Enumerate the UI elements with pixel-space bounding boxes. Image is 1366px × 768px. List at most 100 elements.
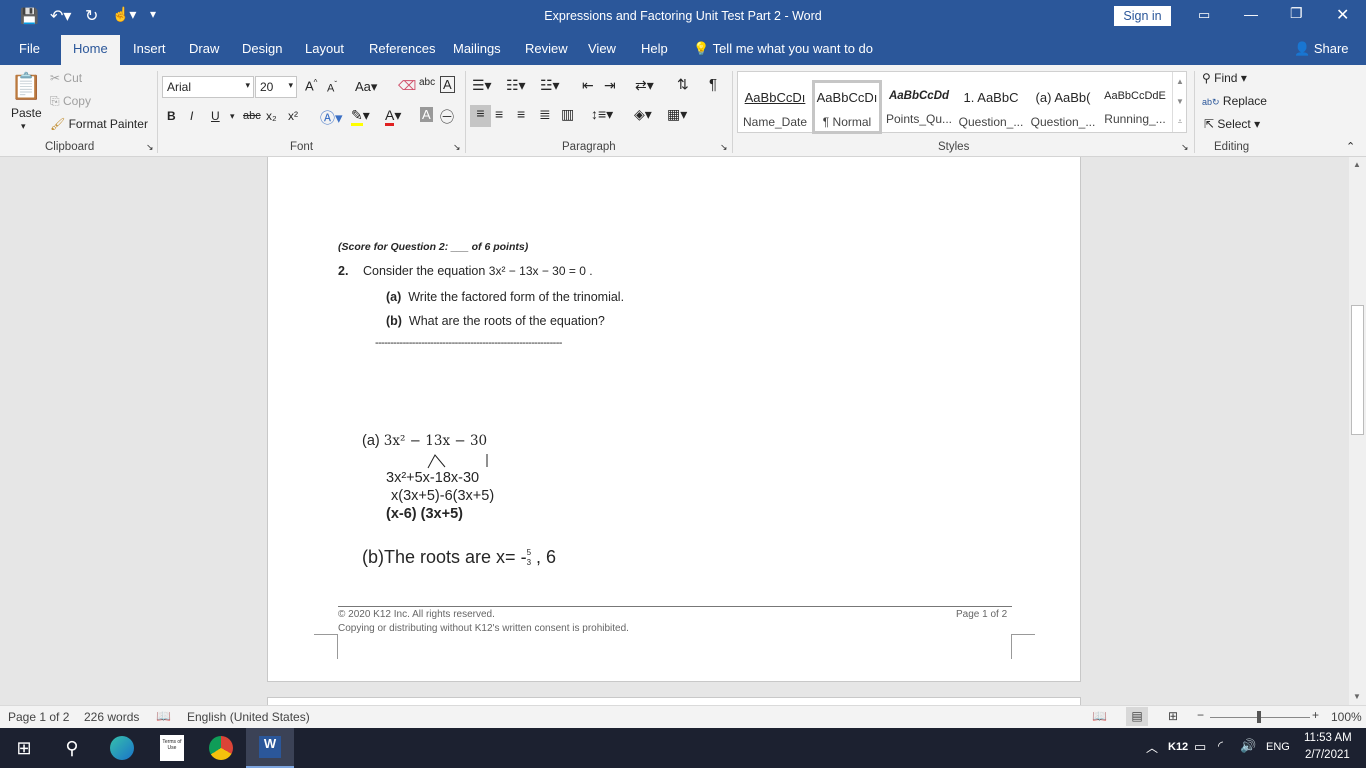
strikethrough-button[interactable]: abc xyxy=(243,110,261,122)
input-language[interactable]: ENG xyxy=(1266,741,1290,753)
show-hidden-icons[interactable]: ︿ xyxy=(1146,739,1158,756)
touch-mode-icon[interactable]: ☝▾ xyxy=(112,6,136,23)
borders-icon[interactable]: ▦▾ xyxy=(667,106,687,123)
tab-insert[interactable]: Insert xyxy=(133,41,166,56)
word-taskbar-icon[interactable]: W xyxy=(246,728,294,768)
paragraph-launcher-icon[interactable]: ↘ xyxy=(720,142,728,153)
keyboard-indicator[interactable]: K12 xyxy=(1168,741,1188,753)
show-formatting-marks-icon[interactable]: ¶ xyxy=(709,76,717,93)
bold-button[interactable]: B xyxy=(167,109,176,123)
sign-in-button[interactable]: Sign in xyxy=(1114,6,1171,26)
undo-icon[interactable]: ↶▾ xyxy=(50,6,71,26)
sort-icon[interactable]: ⇅ xyxy=(677,76,689,93)
terms-of-use-icon[interactable]: Terms of Use xyxy=(148,728,196,768)
scroll-thumb[interactable] xyxy=(1351,305,1364,435)
document-page[interactable]: (Score for Question 2: ___ of 6 points) … xyxy=(267,157,1081,682)
paste-icon[interactable]: 📋 xyxy=(10,71,42,102)
enclose-characters-icon[interactable]: ㊀ xyxy=(440,107,454,127)
share-button[interactable]: 👤 Share xyxy=(1294,41,1349,57)
tab-references[interactable]: References xyxy=(369,41,435,56)
zoom-slider-thumb[interactable] xyxy=(1257,711,1261,723)
style-question-number[interactable]: 1. AaBbC Question_... xyxy=(956,80,1026,134)
character-shading-icon[interactable]: A xyxy=(420,107,433,122)
tab-design[interactable]: Design xyxy=(242,41,282,56)
bullets-icon[interactable]: ☰▾ xyxy=(472,77,492,94)
clock-date[interactable]: 2/7/2021 xyxy=(1305,749,1350,761)
superscript-button[interactable]: x² xyxy=(288,109,298,123)
text-direction-icon[interactable]: ⇄▾ xyxy=(635,77,654,94)
style-question-letter[interactable]: (a) AaBb(Question_... xyxy=(1028,80,1098,134)
italic-button[interactable]: I xyxy=(190,109,193,123)
clipboard-launcher-icon[interactable]: ↘ xyxy=(146,142,154,153)
increase-indent-icon[interactable]: ⇥ xyxy=(604,77,616,94)
line-spacing-icon[interactable]: ↕≡▾ xyxy=(591,106,613,123)
word-count[interactable]: 226 words xyxy=(84,710,139,724)
change-case-icon[interactable]: Aa▾ xyxy=(355,79,377,95)
tab-mailings[interactable]: Mailings xyxy=(453,41,501,56)
tab-help[interactable]: Help xyxy=(641,41,668,56)
subscript-button[interactable]: x₂ xyxy=(266,109,277,123)
page-indicator[interactable]: Page 1 of 2 xyxy=(8,710,69,724)
style-points-question[interactable]: AaBbCcDd Points_Qu... xyxy=(884,80,954,134)
tab-draw[interactable]: Draw xyxy=(189,41,219,56)
shading-icon[interactable]: ◈▾ xyxy=(634,106,652,123)
tab-view[interactable]: View xyxy=(588,41,616,56)
character-border-icon[interactable]: A xyxy=(440,76,455,93)
justify-icon[interactable]: ≣ xyxy=(539,106,551,123)
multilevel-list-icon[interactable]: ☳▾ xyxy=(540,77,560,94)
align-left-icon[interactable]: ≡ xyxy=(470,105,491,127)
tab-layout[interactable]: Layout xyxy=(305,41,344,56)
shrink-font-icon[interactable]: Aˇ xyxy=(327,80,337,95)
customize-toolbar-icon[interactable]: ▾ xyxy=(150,7,156,21)
styles-launcher-icon[interactable]: ↘ xyxy=(1181,142,1189,153)
search-icon[interactable]: ⚲ xyxy=(48,728,96,768)
styles-scroll[interactable]: ▲ ▼ ⩡ xyxy=(1172,72,1187,132)
grow-font-icon[interactable]: A^ xyxy=(305,78,317,93)
restore-button[interactable]: ❐ xyxy=(1290,5,1303,22)
edge-icon[interactable] xyxy=(98,728,146,768)
minimize-button[interactable]: — xyxy=(1244,6,1258,22)
style-normal[interactable]: AaBbCcDı ¶ Normal xyxy=(812,80,882,134)
read-mode-icon[interactable]: 📖 xyxy=(1092,709,1107,723)
redo-icon[interactable]: ↻ xyxy=(85,6,98,26)
font-size-select[interactable]: 20 ▾ xyxy=(255,76,297,98)
battery-icon[interactable]: ▭ xyxy=(1194,739,1206,755)
style-name-date[interactable]: AaBbCcDı Name_Date xyxy=(740,80,810,134)
tab-review[interactable]: Review xyxy=(525,41,568,56)
collapse-ribbon-icon[interactable]: ⌃ xyxy=(1346,140,1355,153)
zoom-level[interactable]: 100% xyxy=(1331,710,1362,724)
numbering-icon[interactable]: ☷▾ xyxy=(506,77,526,94)
underline-dropdown-icon[interactable]: ▾ xyxy=(230,111,235,122)
select-button[interactable]: ⇱ Select ▾ xyxy=(1204,117,1260,131)
font-name-select[interactable]: Arial ▾ xyxy=(162,76,254,98)
highlight-color-icon[interactable]: ✎▾ xyxy=(351,107,370,126)
align-center-icon[interactable]: ≡ xyxy=(495,106,503,122)
volume-icon[interactable]: 🔊 xyxy=(1240,738,1256,754)
scroll-down-icon[interactable]: ▼ xyxy=(1353,692,1361,701)
clear-formatting-icon[interactable]: ⌫ xyxy=(398,78,416,94)
clock-time[interactable]: 11:53 AM xyxy=(1304,732,1352,744)
vertical-scrollbar[interactable]: ▲ ▼ xyxy=(1349,157,1366,705)
proofing-icon[interactable]: 📖 xyxy=(156,709,171,723)
paste-button[interactable]: Paste xyxy=(11,106,42,120)
chrome-icon[interactable] xyxy=(197,728,245,768)
close-button[interactable]: ✕ xyxy=(1336,5,1349,25)
ribbon-display-options-icon[interactable]: ▭ xyxy=(1198,7,1210,23)
save-icon[interactable]: 💾 xyxy=(20,7,39,25)
language-indicator[interactable]: English (United States) xyxy=(187,710,310,724)
font-color-icon[interactable]: A▾ xyxy=(385,107,401,126)
print-layout-icon[interactable]: ▤ xyxy=(1126,707,1148,726)
style-running[interactable]: AaBbCcDdE Running_... xyxy=(1100,80,1170,134)
distributed-icon[interactable]: ▥ xyxy=(561,106,574,123)
text-effects-icon[interactable]: Ⓐ▾ xyxy=(320,107,343,128)
tab-file[interactable]: File xyxy=(19,41,40,56)
zoom-out-button[interactable]: − xyxy=(1197,708,1204,722)
replace-button[interactable]: ab↻ Replace xyxy=(1202,94,1267,108)
font-launcher-icon[interactable]: ↘ xyxy=(453,142,461,153)
align-right-icon[interactable]: ≡ xyxy=(517,106,525,122)
decrease-indent-icon[interactable]: ⇤ xyxy=(582,77,594,94)
format-painter-button[interactable]: 🖌 Format Painter xyxy=(50,117,148,131)
tell-me-search[interactable]: 💡 Tell me what you want to do xyxy=(693,41,873,57)
copy-button[interactable]: ⎘ Copy xyxy=(50,94,91,109)
underline-button[interactable]: U xyxy=(211,109,220,123)
